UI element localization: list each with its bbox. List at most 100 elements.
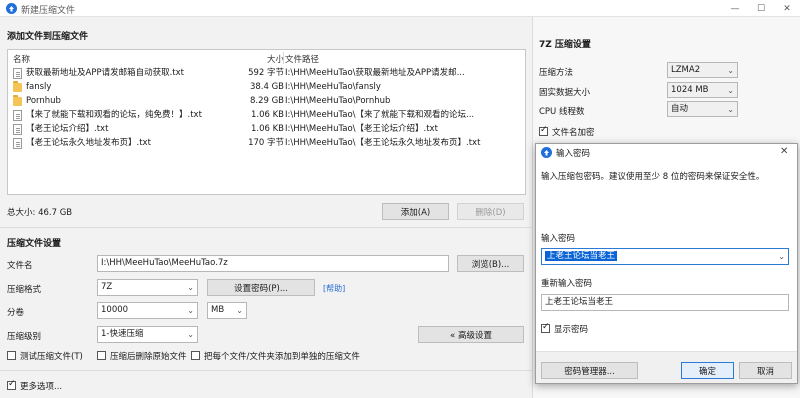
file-size: 592 字节 (248, 68, 284, 78)
delete-after-label: 压缩后删除原始文件 (110, 352, 187, 362)
solid-size-value: 1024 MB (671, 85, 709, 95)
cpu-threads-value: 自动 (671, 104, 689, 114)
sevenz-section-title: 7Z 压缩设置 (539, 40, 591, 50)
split-label: 分卷 (7, 308, 25, 318)
folder-icon (13, 81, 22, 92)
test-archive-checkbox[interactable] (7, 351, 16, 360)
chevron-down-icon: ⌄ (727, 86, 734, 95)
delete-button[interactable]: 删除(D) (457, 203, 524, 220)
method-label: 压缩方法 (539, 68, 574, 78)
app-logo-icon (6, 3, 17, 14)
browse-button[interactable]: 浏览(B)... (457, 255, 524, 272)
format-label: 压缩格式 (7, 285, 42, 295)
encrypt-names-label: 文件名加密 (552, 128, 595, 138)
password-manager-button[interactable]: 密码管理器... (541, 362, 638, 379)
add-button[interactable]: 添加(A) (382, 203, 449, 220)
solid-size-select[interactable]: 1024 MB ⌄ (667, 82, 738, 98)
file-path: I:\HH\MeeHuTao\获取最新地址及APP请发邮... (285, 68, 465, 78)
level-value: 1-快速压缩 (101, 329, 144, 339)
repeat-password-input[interactable]: 上老王论坛当老王 (541, 294, 789, 311)
column-name[interactable]: 名称 (13, 53, 30, 65)
table-row[interactable]: Pornhub 8.29 GB I:\HH\MeeHuTao\Pornhub (8, 95, 525, 108)
method-select[interactable]: LZMA2 ⌄ (667, 62, 738, 78)
repeat-password-label: 重新输入密码 (541, 279, 593, 289)
help-link[interactable]: [帮助] (323, 283, 345, 294)
column-divider (283, 52, 284, 64)
close-icon[interactable]: ✕ (774, 0, 800, 17)
encrypt-names-checkbox[interactable] (539, 125, 548, 136)
chevron-down-icon: ⌄ (778, 252, 785, 261)
delete-after-checkbox[interactable] (97, 351, 106, 360)
chevron-down-icon: ⌄ (727, 105, 734, 114)
dialog-title-bar: 输入密码 ✕ (536, 144, 797, 161)
section-divider (0, 227, 532, 228)
table-row[interactable]: fansly 38.4 GB I:\HH\MeeHuTao\fansly (8, 81, 525, 94)
table-row[interactable]: 【老王论坛介绍】.txt 1.06 KB I:\HH\MeeHuTao\【老王论… (8, 123, 525, 136)
folder-icon (13, 95, 22, 106)
file-path: I:\HH\MeeHuTao\Pornhub (285, 96, 391, 106)
app-logo-icon (541, 147, 552, 158)
file-icon (13, 110, 22, 121)
show-password-label: 显示密码 (554, 325, 589, 335)
set-password-button[interactable]: 设置密码(P)... (207, 279, 315, 296)
settings-section-title: 压缩文件设置 (7, 239, 62, 249)
chevron-down-icon: ⌄ (187, 306, 194, 315)
file-size: 8.29 GB (249, 96, 284, 106)
file-size: 1.06 KB (250, 124, 284, 134)
ok-button[interactable]: 确定 (681, 362, 734, 379)
chevron-down-icon: ⌄ (236, 306, 243, 315)
split-unit-value: MB (211, 305, 225, 315)
file-size: 170 字节 (248, 138, 284, 148)
advanced-settings-button[interactable]: « 高级设置 (418, 326, 524, 343)
dialog-button-bar: 密码管理器... 确定 取消 (536, 351, 797, 383)
format-select[interactable]: 7Z ⌄ (97, 279, 198, 296)
table-row[interactable]: 获取最新地址及APP请发邮箱自动获取.txt 592 字节 I:\HH\MeeH… (8, 67, 525, 80)
file-icon (13, 68, 22, 79)
chevron-down-icon: ⌄ (187, 283, 194, 292)
cpu-threads-select[interactable]: 自动 ⌄ (667, 101, 738, 117)
password-value: 上老王论坛当老王 (545, 251, 618, 261)
file-path: I:\HH\MeeHuTao\【老王论坛介绍】.txt (285, 124, 438, 134)
separate-archives-label: 把每个文件/文件夹添加到单独的压缩文件 (204, 352, 360, 362)
test-archive-label: 测试压缩文件(T) (20, 352, 83, 362)
cancel-button[interactable]: 取消 (739, 362, 792, 379)
split-value: 10000 (101, 305, 129, 315)
minimize-icon[interactable]: — (722, 0, 748, 17)
separate-archives-checkbox[interactable] (191, 351, 200, 360)
column-size[interactable]: 大小 (267, 53, 284, 65)
method-value: LZMA2 (671, 65, 701, 75)
file-size: 38.4 GB (249, 82, 284, 92)
table-row[interactable]: 【来了就能下载和观看的论坛，纯免费！】.txt 1.06 KB I:\HH\Me… (8, 109, 525, 122)
cpu-threads-label: CPU 线程数 (539, 107, 585, 117)
files-section-title: 添加文件到压缩文件 (7, 32, 89, 42)
chevron-down-icon: ⌄ (727, 66, 734, 75)
dialog-description: 输入压缩包密码。建议使用至少 8 位的密码来保证安全性。 (541, 172, 765, 182)
table-row[interactable]: 【老王论坛永久地址发布页】.txt 170 字节 I:\HH\MeeHuTao\… (8, 137, 525, 150)
more-options-checkbox[interactable] (7, 379, 16, 390)
file-name: 获取最新地址及APP请发邮箱自动获取.txt (26, 68, 184, 78)
format-value: 7Z (101, 282, 113, 292)
split-unit-select[interactable]: MB ⌄ (207, 302, 247, 319)
filename-input[interactable]: I:\HH\MeeHuTao\MeeHuTao.7z (97, 255, 449, 272)
solid-size-label: 固实数据大小 (539, 88, 591, 98)
show-password-checkbox[interactable] (541, 322, 550, 333)
section-divider (0, 370, 532, 371)
password-label: 输入密码 (541, 234, 576, 244)
file-name: 【老王论坛介绍】.txt (26, 124, 109, 134)
file-path: I:\HH\MeeHuTao\【老王论坛永久地址发布页】.txt (285, 138, 481, 148)
split-select[interactable]: 10000 ⌄ (97, 302, 198, 319)
password-input[interactable]: 上老王论坛当老王 ⌄ (541, 248, 789, 265)
file-name: Pornhub (26, 96, 61, 106)
file-list[interactable]: 名称 大小 文件路径 获取最新地址及APP请发邮箱自动获取.txt 592 字节… (7, 49, 526, 195)
filename-label: 文件名 (7, 261, 33, 271)
column-path[interactable]: 文件路径 (285, 53, 319, 65)
file-size: 1.06 KB (250, 110, 284, 120)
level-select[interactable]: 1-快速压缩 ⌄ (97, 326, 198, 343)
file-icon (13, 138, 22, 149)
file-path: I:\HH\MeeHuTao\fansly (285, 82, 381, 92)
dialog-title: 输入密码 (556, 149, 591, 159)
close-icon[interactable]: ✕ (780, 146, 788, 157)
title-bar: 新建压缩文件 — ☐ ✕ (0, 0, 800, 17)
window-title: 新建压缩文件 (21, 6, 76, 16)
maximize-icon[interactable]: ☐ (748, 0, 774, 17)
